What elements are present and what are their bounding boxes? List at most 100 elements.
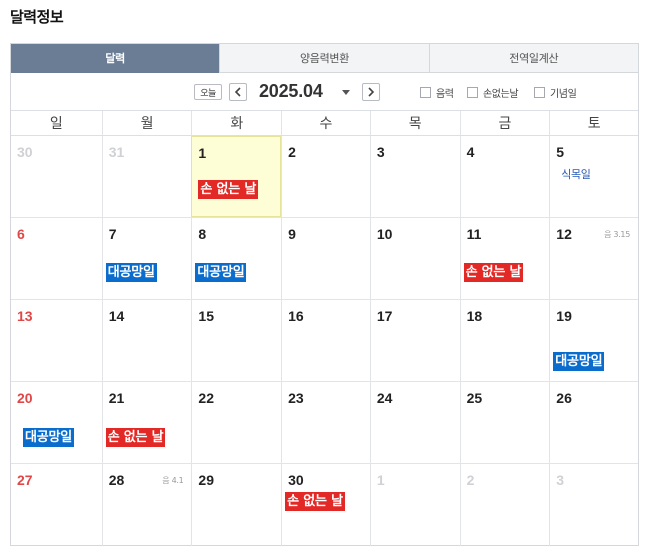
day-number: 1 <box>198 145 207 161</box>
day-cell[interactable]: 9 <box>281 218 370 299</box>
tab-calendar[interactable]: 달력 <box>11 44 220 73</box>
day-cell[interactable]: 15 <box>191 300 281 381</box>
caret-down-icon[interactable] <box>342 90 350 95</box>
weekday-label: 월 <box>101 111 192 135</box>
day-cell[interactable]: 27 <box>11 464 102 546</box>
tab-bar: 달력 양음력변환 전역일계산 <box>11 44 638 73</box>
day-cell[interactable]: 3 <box>369 136 460 217</box>
day-cell[interactable]: 7 대공망일 <box>101 218 192 299</box>
daegongmang-badge: 대공망일 <box>553 352 605 371</box>
daegongmang-badge: 대공망일 <box>105 263 157 282</box>
moving-day-checkbox[interactable]: 손없는날 <box>467 85 519 100</box>
day-cell[interactable]: 17 <box>369 300 460 381</box>
calendar-panel: 달력 양음력변환 전역일계산 오늘 2025.04 음력 손없는날 기념일 일 … <box>10 43 639 546</box>
day-cell[interactable]: 22 <box>191 382 281 463</box>
day-number: 27 <box>17 472 33 488</box>
day-cell[interactable]: 16 <box>281 300 370 381</box>
day-number: 2 <box>288 144 296 160</box>
lunar-date: 음 3.15 <box>604 230 631 239</box>
day-cell[interactable]: 1 <box>369 464 460 546</box>
day-number: 10 <box>376 226 393 242</box>
calendar-controls: 오늘 2025.04 음력 손없는날 기념일 <box>11 73 638 111</box>
day-cell[interactable]: 19 대공망일 <box>549 300 638 381</box>
day-cell[interactable]: 2 <box>459 464 550 546</box>
calendar-week-row: 13 14 15 16 17 18 19 대공망일 <box>11 300 638 382</box>
checkbox-box[interactable] <box>420 87 431 98</box>
day-number: 13 <box>17 308 33 324</box>
moving-day-badge: 손 없는 날 <box>198 180 259 199</box>
day-cell[interactable]: 28 음 4.1 <box>101 464 192 546</box>
day-cell[interactable]: 3 <box>549 464 638 546</box>
month-selector[interactable]: 2025.04 <box>259 81 323 102</box>
moving-day-badge: 손 없는 날 <box>105 428 166 447</box>
tab-lunar-conversion[interactable]: 양음력변환 <box>219 44 429 73</box>
day-cell[interactable]: 25 <box>459 382 550 463</box>
day-cell[interactable]: 30 손 없는 날 <box>281 464 370 546</box>
day-cell-today[interactable]: 1 손 없는 날 <box>191 136 282 217</box>
day-cell[interactable]: 5 식목일 <box>549 136 638 217</box>
calendar-week-row: 6 7 대공망일 8 대공망일 9 10 11 손 없는 날 12 음 3.15 <box>11 218 638 300</box>
day-cell[interactable]: 6 <box>11 218 102 299</box>
day-cell[interactable]: 14 <box>101 300 192 381</box>
day-cell[interactable]: 21 손 없는 날 <box>101 382 192 463</box>
day-number: 28 <box>108 472 125 488</box>
day-number: 29 <box>198 472 214 488</box>
day-number: 14 <box>108 308 125 324</box>
day-cell[interactable]: 29 <box>191 464 281 546</box>
day-number: 26 <box>556 390 572 406</box>
day-cell[interactable]: 4 <box>459 136 550 217</box>
day-cell[interactable]: 24 <box>369 382 460 463</box>
holiday-label: 식목일 <box>561 168 591 181</box>
prev-month-button[interactable] <box>229 83 247 101</box>
weekday-label: 토 <box>549 111 638 135</box>
calendar-grid: 30 31 1 손 없는 날 2 3 4 5 식목일 6 7 대공망일 8 대공망일 9 10 11 손 없는 날… <box>11 136 638 546</box>
day-cell[interactable]: 8 대공망일 <box>191 218 281 299</box>
tab-discharge-calculator[interactable]: 전역일계산 <box>428 44 638 73</box>
day-number: 30 <box>288 472 304 488</box>
day-number: 22 <box>198 390 214 406</box>
day-number: 9 <box>288 226 296 242</box>
day-cell[interactable]: 30 <box>11 136 102 217</box>
day-number: 4 <box>466 144 475 160</box>
day-number: 3 <box>376 144 385 160</box>
day-cell[interactable]: 23 <box>281 382 370 463</box>
day-cell[interactable]: 18 <box>459 300 550 381</box>
day-number: 18 <box>466 308 483 324</box>
weekday-label: 일 <box>49 116 63 132</box>
checkbox-label: 음력 <box>436 89 454 100</box>
next-month-button[interactable] <box>362 83 380 101</box>
day-number: 20 <box>17 390 33 406</box>
day-cell[interactable]: 11 손 없는 날 <box>459 218 550 299</box>
lunar-date: 음 4.1 <box>162 476 184 485</box>
checkbox-box[interactable] <box>534 87 545 98</box>
day-cell[interactable]: 26 <box>549 382 638 463</box>
day-number: 30 <box>17 144 33 160</box>
day-cell[interactable]: 20 대공망일 <box>11 382 102 463</box>
day-number: 8 <box>198 226 207 242</box>
weekday-header: 일 월화수목금토 <box>11 111 638 136</box>
day-number: 2 <box>466 472 475 488</box>
day-number: 31 <box>108 144 125 160</box>
checkbox-label: 기념일 <box>550 89 577 100</box>
lunar-checkbox[interactable]: 음력 <box>420 85 454 100</box>
day-number: 23 <box>288 390 304 406</box>
day-number: 21 <box>108 390 125 406</box>
moving-day-badge: 손 없는 날 <box>285 492 345 511</box>
checkbox-box[interactable] <box>467 87 478 98</box>
calendar-week-row: 20 대공망일 21 손 없는 날 22 23 24 25 26 <box>11 382 638 464</box>
day-cell[interactable]: 13 <box>11 300 102 381</box>
day-number: 19 <box>556 308 572 324</box>
day-cell[interactable]: 2 <box>281 136 370 217</box>
day-number: 17 <box>376 308 393 324</box>
day-cell[interactable]: 10 <box>369 218 460 299</box>
calendar-week-row: 30 31 1 손 없는 날 2 3 4 5 식목일 <box>11 136 638 218</box>
day-number: 6 <box>17 226 25 242</box>
today-button[interactable]: 오늘 <box>194 84 222 100</box>
day-number: 12 <box>556 226 572 242</box>
day-cell[interactable]: 12 음 3.15 <box>549 218 638 299</box>
day-cell[interactable]: 31 <box>101 136 192 217</box>
weekday-label: 목 <box>369 111 460 135</box>
anniversary-checkbox[interactable]: 기념일 <box>534 85 577 100</box>
day-number: 25 <box>466 390 483 406</box>
chevron-left-icon <box>234 87 241 97</box>
